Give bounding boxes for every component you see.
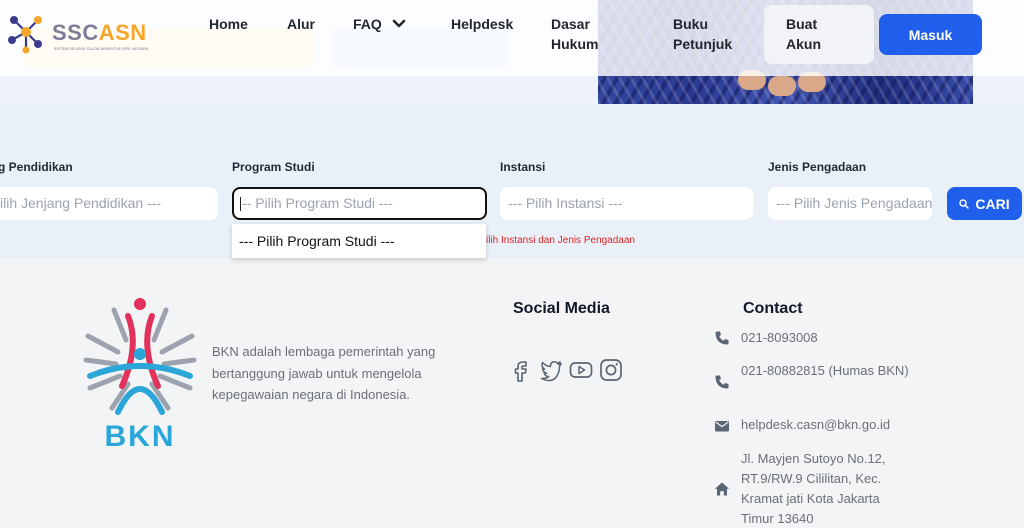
svg-text:BKN: BKN xyxy=(105,420,176,453)
twitter-icon[interactable] xyxy=(538,357,564,383)
sscasn-logo-icon xyxy=(8,16,42,54)
create-account-line1: Buat xyxy=(786,16,818,32)
instansi-label: Instansi xyxy=(500,160,546,174)
nav-home[interactable]: Home xyxy=(209,14,248,34)
logo-wordmark: SSCASN xyxy=(52,20,147,45)
search-icon xyxy=(959,198,970,209)
jenjang-label: g Pendidikan xyxy=(0,160,73,174)
about-text: BKN adalah lembaga pemerintah yang berta… xyxy=(212,344,436,402)
nav-dasar-hukum-line1: Dasar xyxy=(551,16,590,32)
nav-dasar-hukum-line2: Hukum xyxy=(551,36,599,52)
logo-tagline: SISTEM SELEKSI CALON APARATUR SIPIL NEGA… xyxy=(54,47,149,51)
text-caret xyxy=(240,197,241,212)
nav-buku-petunjuk[interactable]: Buku Petunjuk xyxy=(673,14,732,54)
prodi-select-value: -- Pilih Program Studi --- xyxy=(242,195,393,211)
search-button[interactable]: CARI xyxy=(947,187,1022,220)
bkn-emblem-icon: BKN xyxy=(83,298,197,453)
home-icon xyxy=(715,482,729,496)
nav-faq-label: FAQ xyxy=(353,16,382,32)
sscasn-logo[interactable]: SSCASN SISTEM SELEKSI CALON APARATUR SIP… xyxy=(4,10,154,54)
nav-alur[interactable]: Alur xyxy=(287,14,315,34)
nav-dasar-hukum[interactable]: Dasar Hukum xyxy=(551,14,598,54)
search-button-label: CARI xyxy=(975,195,1010,212)
nav-helpdesk[interactable]: Helpdesk xyxy=(451,14,513,34)
contact-email-text[interactable]: helpdesk.casn@bkn.go.id xyxy=(741,415,911,435)
contact-email: helpdesk.casn@bkn.go.id xyxy=(714,415,914,435)
prodi-select[interactable]: -- Pilih Program Studi --- xyxy=(232,187,487,220)
phone-icon xyxy=(715,331,729,345)
contact-address: Jl. Mayjen Sutoyo No.12, RT.9/RW.9 Cilil… xyxy=(714,449,914,528)
nav-faq[interactable]: FAQ xyxy=(353,14,406,34)
contact-phone-2-text: 021-80882815 (Humas BKN) xyxy=(741,363,909,378)
jenjang-select[interactable]: ilih Jenjang Pendidikan --- xyxy=(0,187,218,220)
contact-phone-1: 021-8093008 xyxy=(714,328,914,348)
facebook-icon[interactable] xyxy=(508,357,534,383)
create-account-button[interactable]: Buat Akun xyxy=(764,5,874,64)
social-icons xyxy=(508,357,624,383)
youtube-icon[interactable] xyxy=(568,357,594,383)
prodi-dropdown-option[interactable]: --- Pilih Program Studi --- xyxy=(232,224,486,258)
social-media-title: Social Media xyxy=(513,300,610,317)
nav-buku-petunjuk-line1: Buku xyxy=(673,16,708,32)
instansi-select[interactable]: --- Pilih Instansi --- xyxy=(500,187,753,220)
contact-phone-1-text: 021-8093008 xyxy=(741,330,818,345)
contact-phone-2: 021-80882815 (Humas BKN) xyxy=(714,361,914,401)
chevron-down-icon xyxy=(392,19,406,28)
login-button[interactable]: Masuk xyxy=(879,14,982,55)
create-account-line2: Akun xyxy=(786,36,821,52)
validation-hint: ilih Instansi dan Jenis Pengadaan xyxy=(486,235,635,246)
contact-title: Contact xyxy=(743,300,803,317)
phone-icon xyxy=(715,375,729,389)
pengadaan-label: Jenis Pengadaan xyxy=(768,160,867,174)
nav-buku-petunjuk-line2: Petunjuk xyxy=(673,36,733,52)
pengadaan-select[interactable]: --- Pilih Jenis Pengadaan --- xyxy=(768,187,932,220)
contact-address-text: Jl. Mayjen Sutoyo No.12, RT.9/RW.9 Cilil… xyxy=(741,451,886,526)
prodi-label: Program Studi xyxy=(232,160,315,174)
bkn-logo: BKN xyxy=(82,296,198,456)
instagram-icon[interactable] xyxy=(598,357,624,383)
email-icon xyxy=(715,421,729,432)
